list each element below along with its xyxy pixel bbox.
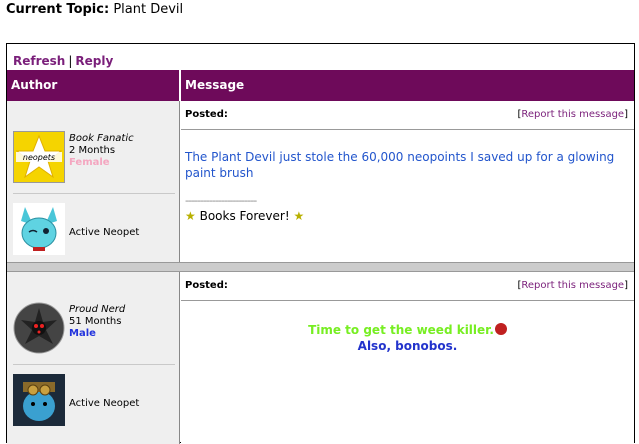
neopets-star-avatar-icon[interactable]: neopets: [13, 131, 65, 183]
refresh-link[interactable]: Refresh: [13, 54, 65, 68]
user-tenure: 2 Months: [69, 145, 116, 156]
message-line-1: Time to get the weed killer.: [308, 323, 494, 337]
board-toolbar: Refresh | Reply: [7, 44, 634, 70]
user-info: Proud Nerd 51 Months Male: [69, 304, 125, 340]
star-icon: ★: [185, 209, 196, 223]
message-body: Time to get the weed killer. Also, bonob…: [181, 322, 634, 354]
reply-link[interactable]: Reply: [75, 54, 113, 68]
post-author-panel: Proud Nerd 51 Months Male Active Neopet: [7, 272, 180, 444]
author-column-header: Author: [7, 70, 180, 101]
post-message-panel: Posted: [Report this message] The Plant …: [181, 101, 634, 262]
active-pet-label: Active Neopet: [69, 398, 140, 409]
signature-text: Books Forever!: [199, 209, 290, 223]
user-gender: Female: [69, 157, 110, 168]
user-title: Proud Nerd: [69, 304, 126, 315]
topic-name: Plant Devil: [113, 2, 184, 17]
skull-smiley-icon: [494, 323, 507, 335]
message-column-header: Message: [181, 70, 634, 101]
post-separator: [7, 262, 634, 272]
author-divider: [13, 193, 175, 194]
blue-pet-icon[interactable]: [13, 203, 65, 255]
user-gender: Male: [69, 328, 96, 339]
dark-flower-avatar-icon[interactable]: [13, 302, 65, 354]
report-bracket-close: ]: [624, 280, 628, 291]
user-title: Book Fanatic: [69, 133, 134, 144]
user-tenure: 51 Months: [69, 316, 122, 327]
author-divider: [13, 364, 175, 365]
posted-bar: Posted: [Report this message]: [181, 101, 634, 130]
message-line-2: Also, bonobos.: [357, 339, 458, 353]
message-board: Refresh | Reply Author Message neopets Boo…: [6, 43, 635, 444]
current-topic: Current Topic: Plant Devil: [6, 2, 183, 17]
steampunk-pet-icon[interactable]: [13, 374, 65, 426]
user-info: Book Fanatic 2 Months Female: [69, 133, 134, 169]
active-pet-label: Active Neopet: [69, 227, 140, 238]
signature-divider: ------------------------: [185, 194, 257, 207]
report-bracket-close: ]: [624, 109, 628, 120]
posted-label: Posted:: [185, 280, 228, 291]
posted-label: Posted:: [185, 109, 228, 120]
report-message-link[interactable]: Report this message: [521, 109, 624, 120]
post-author-panel: neopets Book Fanatic 2 Months Female Act…: [7, 101, 180, 262]
svg-text:neopets: neopets: [23, 153, 55, 162]
signature: ★ Books Forever! ★: [185, 208, 304, 224]
report-message: [Report this message]: [517, 109, 628, 120]
report-message: [Report this message]: [517, 280, 628, 291]
toolbar-separator: |: [68, 54, 73, 68]
star-icon: ★: [293, 209, 305, 223]
topic-label: Current Topic:: [6, 2, 110, 17]
post-message-panel: Posted: [Report this message] Time to ge…: [181, 272, 634, 444]
message-body: The Plant Devil just stole the 60,000 ne…: [185, 150, 615, 180]
posted-bar: Posted: [Report this message]: [181, 272, 634, 301]
report-message-link[interactable]: Report this message: [521, 280, 624, 291]
